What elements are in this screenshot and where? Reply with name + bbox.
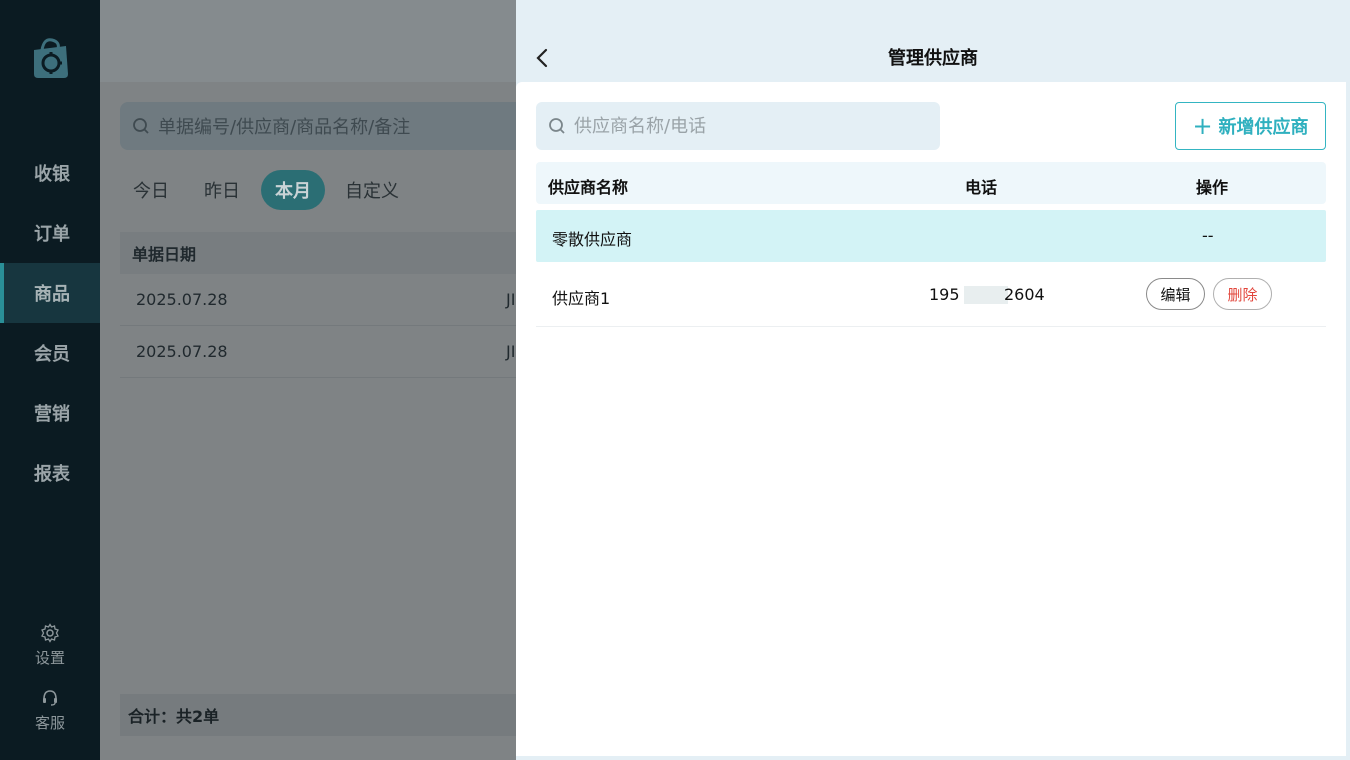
drawer-title: 管理供应商	[888, 48, 978, 69]
order-date: 2025.07.28	[136, 290, 228, 309]
delete-button[interactable]: 删除	[1213, 278, 1272, 310]
sidebar-item-checkout[interactable]: 收银	[0, 143, 100, 203]
tab-label: 自定义	[345, 181, 399, 202]
sidebar-item-marketing[interactable]: 营销	[0, 383, 100, 443]
supplier-name: 零散供应商	[552, 230, 633, 249]
order-date: 2025.07.28	[136, 342, 228, 361]
sidebar-item-label: 订单	[34, 224, 70, 245]
tab-label: 本月	[275, 181, 311, 202]
supplier-table-header: 供应商名称 电话 操作	[536, 162, 1326, 204]
add-supplier-label: 新增供应商	[1218, 117, 1309, 138]
settings-label: 设置	[34, 649, 65, 667]
table-row[interactable]: 2025.07.28 JI	[120, 326, 520, 378]
phone-redaction-mask	[964, 286, 1008, 304]
sidebar-item-orders[interactable]: 订单	[0, 203, 100, 263]
order-total-text: 合计：共2单	[128, 707, 220, 726]
sidebar-item-label: 会员	[34, 344, 70, 365]
column-header-name: 供应商名称	[548, 178, 629, 197]
order-code: JI	[506, 342, 516, 361]
app-logo-icon	[28, 36, 72, 80]
search-icon	[549, 118, 565, 134]
tab-custom[interactable]: 自定义	[345, 170, 399, 210]
sidebar-item-members[interactable]: 会员	[0, 323, 100, 383]
tab-this-month[interactable]: 本月	[261, 170, 325, 210]
sidebar-item-reports[interactable]: 报表	[0, 443, 100, 503]
supplier-phone-suffix: 2604	[1004, 285, 1045, 304]
tab-today[interactable]: 今日	[133, 170, 169, 210]
supplier-name: 供应商1	[552, 289, 611, 308]
order-total-bar: 合计：共2单	[120, 694, 520, 736]
sidebar-item-products[interactable]: 商品	[0, 263, 100, 323]
gear-icon	[41, 623, 59, 643]
table-row[interactable]: 零散供应商 --	[536, 210, 1326, 262]
order-search-input[interactable]: 单据编号/供应商/商品名称/备注	[120, 102, 540, 150]
sidebar: 收银 订单 商品 会员 营销 报表 设置 客服	[0, 0, 100, 760]
sidebar-item-label: 报表	[34, 464, 70, 485]
order-code: JI	[506, 290, 516, 309]
drawer-header: 管理供应商	[516, 0, 1350, 82]
service-label: 客服	[34, 714, 65, 732]
tab-label: 昨日	[204, 181, 240, 202]
supplier-search-input[interactable]	[574, 115, 914, 137]
column-header-actions: 操作	[1196, 178, 1229, 197]
supplier-phone-prefix: 195	[929, 285, 960, 304]
supplier-drawer: 管理供应商 + 新增供应商 供应商名称 电话 操作 零散供应商 -- 供应商1 …	[516, 0, 1350, 760]
tab-label: 今日	[133, 181, 169, 202]
table-row[interactable]: 供应商1 195 2604 编辑 删除	[536, 262, 1326, 327]
delete-label: 删除	[1227, 285, 1258, 304]
order-search-placeholder: 单据编号/供应商/商品名称/备注	[158, 117, 411, 138]
plus-icon: +	[1192, 112, 1213, 140]
table-row[interactable]: 2025.07.28 JI	[120, 274, 520, 326]
supplier-actions-placeholder: --	[1202, 226, 1214, 245]
add-supplier-button[interactable]: + 新增供应商	[1175, 102, 1326, 150]
headset-icon	[43, 690, 57, 706]
column-header-phone: 电话	[965, 178, 998, 197]
search-icon	[133, 118, 149, 134]
sidebar-item-label: 收银	[34, 164, 70, 185]
sidebar-item-label: 营销	[34, 404, 70, 425]
supplier-search-box[interactable]	[536, 102, 940, 150]
column-header-date: 单据日期	[132, 245, 197, 264]
tab-yesterday[interactable]: 昨日	[204, 170, 240, 210]
edit-button[interactable]: 编辑	[1146, 278, 1205, 310]
settings-button[interactable]: 设置	[0, 623, 100, 668]
sidebar-item-label: 商品	[34, 284, 70, 305]
customer-service-button[interactable]: 客服	[0, 688, 100, 733]
supplier-panel: + 新增供应商 供应商名称 电话 操作 零散供应商 -- 供应商1 195 26…	[516, 82, 1346, 756]
edit-label: 编辑	[1160, 285, 1191, 304]
order-table-header: 单据日期	[120, 232, 520, 274]
